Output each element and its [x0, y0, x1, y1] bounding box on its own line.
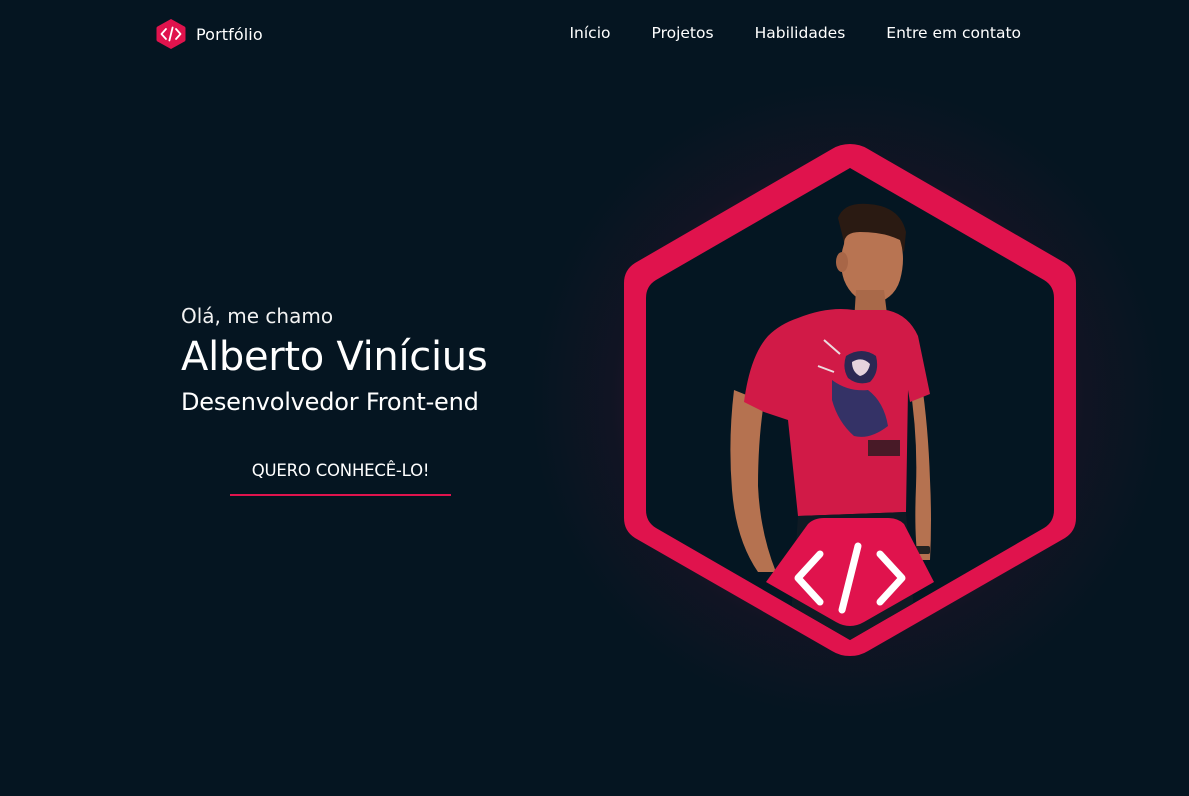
page: Portfólio Início Projetos Habilidades En… [0, 0, 1189, 796]
nav-item-inicio[interactable]: Início [569, 24, 610, 42]
nav-item-contato[interactable]: Entre em contato [886, 24, 1021, 42]
nav-item-habilidades[interactable]: Habilidades [755, 24, 846, 42]
code-icon [156, 19, 186, 49]
hero-greeting: Olá, me chamo [181, 304, 334, 328]
site-header: Portfólio Início Projetos Habilidades En… [0, 0, 1189, 68]
profile-photo-frame [618, 140, 1082, 656]
main-nav: Início Projetos Habilidades Entre em con… [569, 24, 1021, 42]
hero-name: Alberto Vinícius [181, 334, 488, 380]
brand-label: Portfólio [196, 24, 263, 44]
know-me-button[interactable]: QUERO CONHECÊ-LO! [230, 458, 451, 496]
nav-item-projetos[interactable]: Projetos [652, 24, 714, 42]
profile-photo [624, 144, 1076, 656]
hero-intro: Olá, me chamo Alberto Vinícius Desenvolv… [181, 302, 488, 418]
brand-link[interactable]: Portfólio [156, 18, 263, 50]
hero-role: Desenvolvedor Front-end [181, 388, 479, 416]
